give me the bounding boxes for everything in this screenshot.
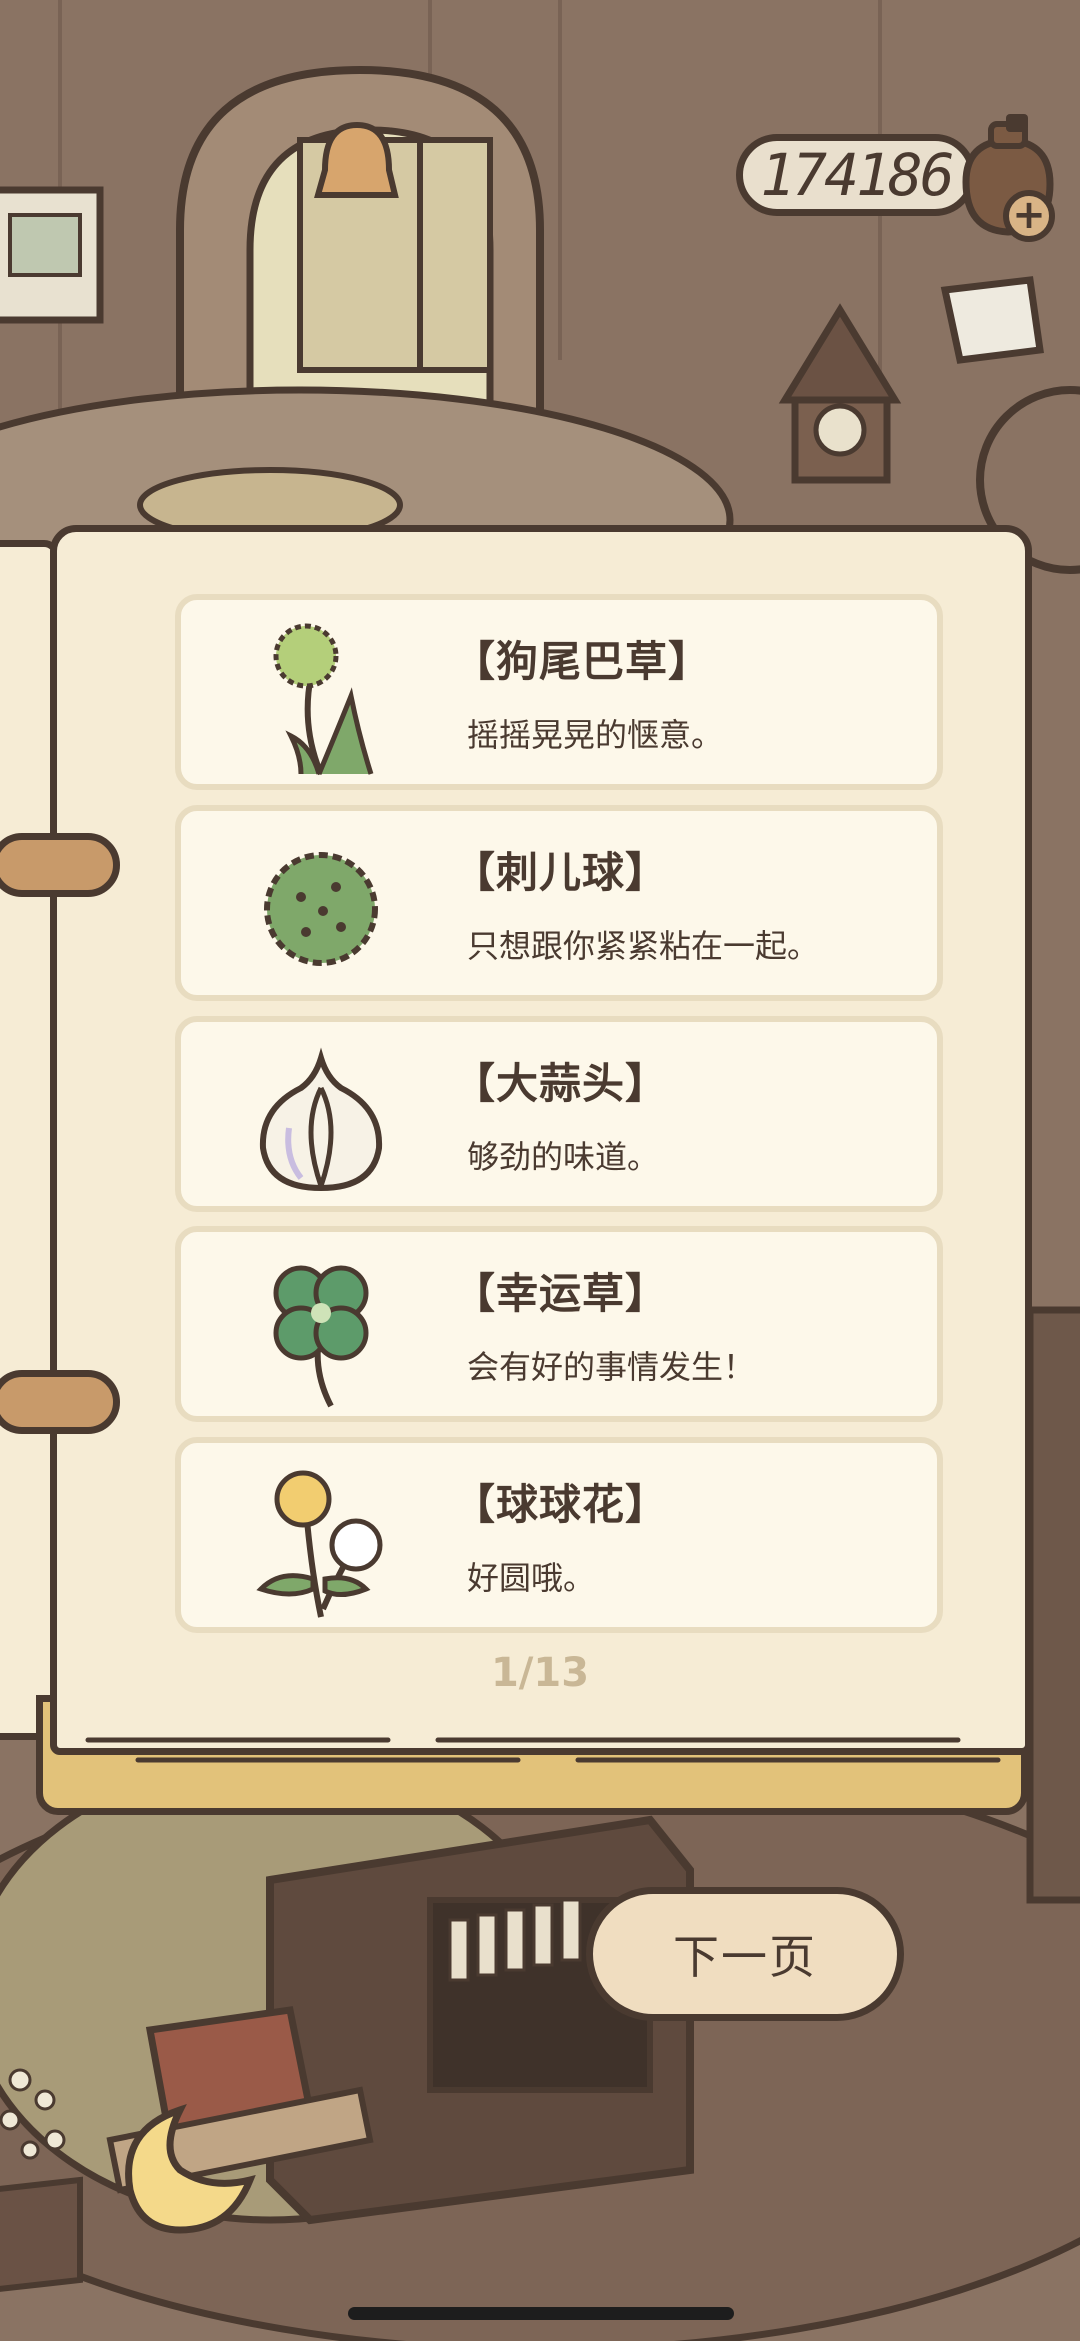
item-description: 摇摇晃晃的惬意。 [467,716,724,754]
item-description: 只想跟你紧紧粘在一起。 [467,927,820,965]
item-card[interactable]: 【刺儿球】 只想跟你紧紧粘在一起。 [175,805,943,1001]
foxtail-grass-icon [273,623,374,776]
item-name: 【大蒜头】 [453,1059,669,1108]
back-arrow-icon[interactable] [100,2090,260,2240]
item-name: 【幸运草】 [453,1269,669,1318]
item-description: 会有好的事情发生！ [467,1348,756,1386]
item-name: 【狗尾巴草】 [453,637,712,686]
home-indicator[interactable] [348,2307,734,2320]
page-indicator: 1/13 [490,1650,590,1696]
next-page-button[interactable]: 下一页 [586,1887,904,2021]
four-leaf-clover-icon [273,1265,369,1408]
item-card[interactable]: 【狗尾巴草】 摇摇晃晃的惬意。 [175,594,943,790]
item-description: 好圆哦。 [467,1559,596,1597]
item-card[interactable]: 【球球花】 好圆哦。 [175,1437,943,1633]
garlic-icon [259,1047,383,1192]
item-card[interactable]: 【大蒜头】 够劲的味道。 [175,1016,943,1212]
book-ring-top [0,833,120,897]
item-name: 【刺儿球】 [453,848,669,897]
book-ring-bottom [0,1370,120,1434]
page-edge-lines [85,1737,1001,1763]
item-card[interactable]: 【幸运草】 会有好的事情发生！ [175,1226,943,1422]
coin-value: 174186 [760,141,955,209]
coin-counter: 174186 [736,134,976,216]
pompom-flower-icon [256,1470,383,1618]
item-description: 够劲的味道。 [467,1138,660,1176]
item-name: 【球球花】 [453,1480,669,1529]
add-coins-button[interactable]: + [1003,190,1055,242]
burr-ball-icon [264,852,378,966]
